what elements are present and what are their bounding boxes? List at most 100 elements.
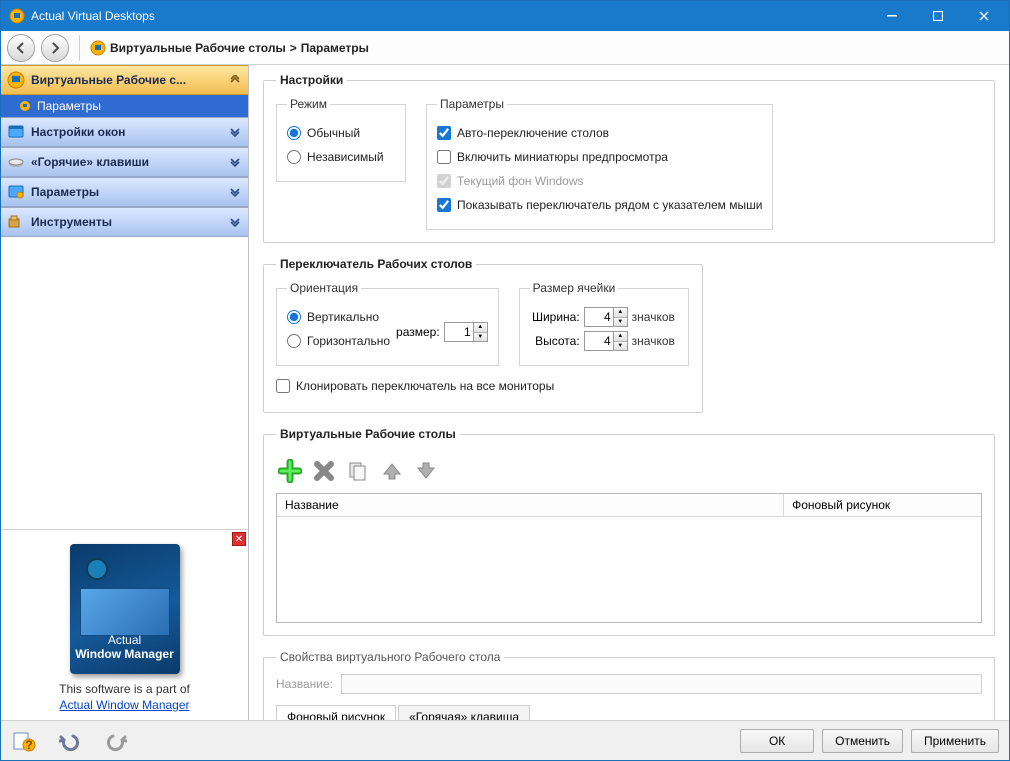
ok-button[interactable]: ОК	[740, 729, 814, 753]
svg-text:?: ?	[25, 738, 32, 752]
content-area: Настройки Режим Обычный Независимый Пара…	[249, 65, 1009, 720]
autoswitch-label: Авто-переключение столов	[457, 126, 609, 140]
delete-button[interactable]	[310, 457, 338, 485]
spin-up-icon[interactable]: ▲	[474, 323, 487, 333]
cancel-button[interactable]: Отменить	[822, 729, 903, 753]
chevron-down-icon	[228, 185, 242, 199]
tab-hotkey[interactable]: «Горячая» клавиша	[398, 705, 530, 720]
promo-brand-small: Actual	[108, 633, 141, 647]
app-icon	[9, 8, 25, 24]
props-legend: Свойства виртуального Рабочего стола	[276, 650, 504, 664]
width-label: Ширина:	[530, 310, 580, 324]
cell-size-legend: Размер ячейки	[530, 281, 619, 295]
desktops-icon	[7, 71, 25, 89]
col-wallpaper[interactable]: Фоновый рисунок	[784, 494, 982, 517]
settings-group: Настройки Режим Обычный Независимый Пара…	[263, 73, 995, 243]
close-button[interactable]	[961, 1, 1007, 31]
width-input[interactable]	[585, 308, 613, 326]
spin-down-icon[interactable]: ▼	[614, 342, 627, 351]
params-legend: Параметры	[437, 97, 507, 111]
redo-button[interactable]	[103, 728, 129, 754]
sidebar-item-virtual-desktops[interactable]: Виртуальные Рабочие с...	[1, 65, 248, 95]
copy-button[interactable]	[344, 457, 372, 485]
move-up-button[interactable]	[378, 457, 406, 485]
tab-wallpaper[interactable]: Фоновый рисунок	[276, 705, 396, 720]
nav-back-button[interactable]	[7, 34, 35, 62]
chevron-up-icon	[228, 73, 242, 87]
orientation-legend: Ориентация	[287, 281, 361, 295]
width-unit: значков	[632, 310, 675, 324]
breadcrumb-part2: Параметры	[301, 41, 369, 55]
footer: ? ОК Отменить Применить	[1, 720, 1009, 760]
promo-boxart: ActualWindow Manager	[70, 544, 180, 674]
mode-legend: Режим	[287, 97, 330, 111]
mode-normal-label: Обычный	[307, 126, 360, 140]
mode-normal-radio[interactable]: Обычный	[287, 123, 395, 143]
sidebar-child-parameters[interactable]: Параметры	[1, 95, 248, 117]
height-spinner[interactable]: ▲▼	[584, 331, 628, 351]
mode-group: Режим Обычный Независимый	[276, 97, 406, 182]
maximize-button[interactable]	[915, 1, 961, 31]
props-name-input	[341, 674, 982, 694]
sidebar-item-hotkeys[interactable]: «Горячие» клавиши	[1, 147, 248, 177]
apply-button[interactable]: Применить	[911, 729, 999, 753]
promo-link[interactable]: Actual Window Manager	[59, 698, 189, 712]
sidebar-child-label: Параметры	[37, 99, 101, 113]
size-spinner[interactable]: ▲▼	[444, 322, 488, 342]
orientation-horizontal-label: Горизонтально	[307, 334, 390, 348]
sidebar-item-label: Виртуальные Рабочие с...	[31, 73, 222, 87]
params-group: Параметры Авто-переключение столов Включ…	[426, 97, 773, 230]
sidebar-item-label: «Горячие» клавиши	[31, 155, 222, 169]
spin-down-icon[interactable]: ▼	[474, 333, 487, 342]
show-switcher-label: Показывать переключатель рядом с указате…	[457, 198, 762, 212]
promo-close-button[interactable]: ✕	[232, 532, 246, 546]
desktops-group: Виртуальные Рабочие столы Название Фонов…	[263, 427, 995, 636]
sidebar-item-window-settings[interactable]: Настройки окон	[1, 117, 248, 147]
minimize-button[interactable]	[869, 1, 915, 31]
breadcrumb-icon	[90, 40, 106, 56]
thumbs-checkbox[interactable]: Включить миниатюры предпросмотра	[437, 147, 762, 167]
sidebar-item-label: Настройки окон	[31, 125, 222, 139]
orientation-group: Ориентация Вертикально Горизонтально раз…	[276, 281, 499, 366]
spin-down-icon[interactable]: ▼	[614, 318, 627, 327]
orientation-vertical-radio[interactable]: Вертикально	[287, 307, 390, 327]
props-name-label: Название:	[276, 677, 333, 691]
nav-separator	[79, 35, 80, 61]
add-button[interactable]	[276, 457, 304, 485]
sidebar-item-tools[interactable]: Инструменты	[1, 207, 248, 237]
parameters-icon	[7, 183, 25, 201]
breadcrumb: Виртуальные Рабочие столы > Параметры	[90, 40, 369, 56]
col-name[interactable]: Название	[277, 494, 784, 517]
window-settings-icon	[7, 123, 25, 141]
sidebar-item-parameters[interactable]: Параметры	[1, 177, 248, 207]
spin-up-icon[interactable]: ▲	[614, 308, 627, 318]
hotkeys-icon	[7, 153, 25, 171]
size-input[interactable]	[445, 323, 473, 341]
undo-button[interactable]	[57, 728, 83, 754]
move-down-button[interactable]	[412, 457, 440, 485]
clone-label: Клонировать переключатель на все монитор…	[296, 379, 554, 393]
chevron-down-icon	[228, 215, 242, 229]
tools-icon	[7, 213, 25, 231]
desktops-table[interactable]: Название Фоновый рисунок «Горяч	[276, 493, 982, 623]
autoswitch-checkbox[interactable]: Авто-переключение столов	[437, 123, 762, 143]
nav-forward-button[interactable]	[41, 34, 69, 62]
desktops-legend: Виртуальные Рабочие столы	[276, 427, 460, 441]
navbar: Виртуальные Рабочие столы > Параметры	[1, 31, 1009, 65]
orientation-horizontal-radio[interactable]: Горизонтально	[287, 331, 390, 351]
params-icon	[19, 100, 31, 112]
size-label: размер:	[396, 325, 440, 339]
mode-independent-radio[interactable]: Независимый	[287, 147, 395, 167]
width-spinner[interactable]: ▲▼	[584, 307, 628, 327]
sidebar-item-label: Инструменты	[31, 215, 222, 229]
promo-brand-big: Window Manager	[70, 648, 180, 660]
settings-legend: Настройки	[276, 73, 347, 87]
help-button[interactable]: ?	[11, 728, 37, 754]
height-input[interactable]	[585, 332, 613, 350]
spin-up-icon[interactable]: ▲	[614, 332, 627, 342]
height-label: Высота:	[530, 334, 580, 348]
show-switcher-checkbox[interactable]: Показывать переключатель рядом с указате…	[437, 195, 762, 215]
clone-checkbox[interactable]: Клонировать переключатель на все монитор…	[276, 376, 690, 396]
chevron-down-icon	[228, 125, 242, 139]
window-title: Actual Virtual Desktops	[31, 9, 869, 23]
